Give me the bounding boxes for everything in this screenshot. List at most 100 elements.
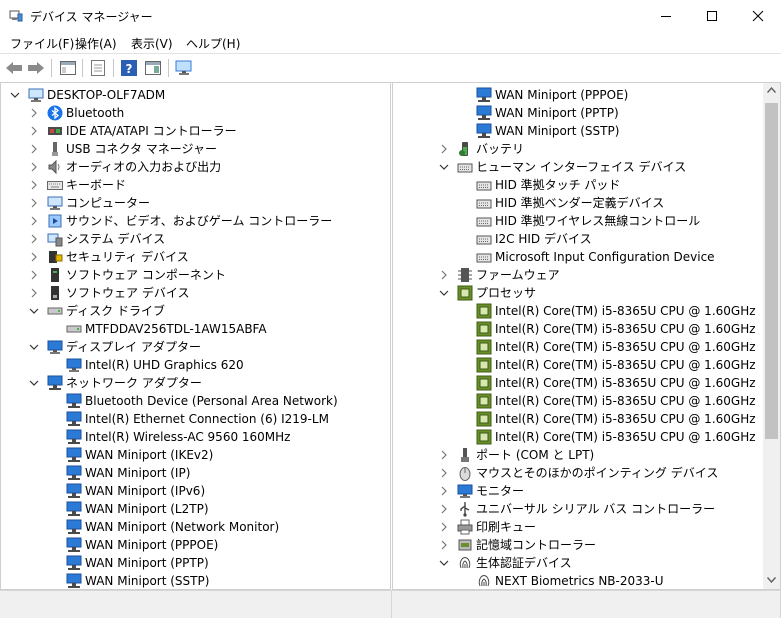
tree-node[interactable]: マウスとそのほかのポインティング デバイス [438, 464, 773, 482]
device-tree-pane-right[interactable]: WAN Miniport (PPPOE) WAN Miniport (PPTP) W… [392, 82, 781, 590]
expand-chevron-right-icon[interactable] [438, 140, 450, 158]
menu-help[interactable]: ヘルプ(H) [186, 35, 240, 52]
tree-node[interactable]: ディスプレイ アダプター [28, 338, 381, 356]
expand-chevron-right-icon[interactable] [438, 446, 450, 464]
expand-chevron-right-icon[interactable] [28, 266, 40, 284]
tree-node[interactable]: システム デバイス [28, 230, 381, 248]
tree-node[interactable]: コンピューター [28, 194, 381, 212]
expand-chevron-right-icon[interactable] [438, 536, 450, 554]
expand-chevron-right-icon[interactable] [438, 518, 450, 536]
help-icon: ? [121, 60, 137, 76]
expand-chevron-right-icon[interactable] [438, 266, 450, 284]
minimize-button[interactable] [643, 0, 689, 31]
expand-chevron-right-icon[interactable] [28, 248, 40, 266]
expand-chevron-down-icon[interactable] [438, 284, 450, 302]
tree-node[interactable]: Intel(R) Core(TM) i5-8365U CPU @ 1.60GHz [457, 320, 773, 338]
expand-chevron-down-icon[interactable] [28, 374, 40, 392]
tree-node[interactable]: HID 準拠タッチ パッド [457, 176, 773, 194]
expand-chevron-down-icon[interactable] [438, 158, 450, 176]
tree-node[interactable]: HID 準拠ベンダー定義デバイス [457, 194, 773, 212]
expand-chevron-right-icon[interactable] [28, 284, 40, 302]
expand-chevron-right-icon[interactable] [28, 176, 40, 194]
expand-chevron-down-icon[interactable] [28, 302, 40, 320]
tree-node[interactable]: ヒューマン インターフェイス デバイス [438, 158, 773, 176]
close-button[interactable] [735, 0, 781, 31]
tree-node[interactable]: ユニバーサル シリアル バス コントローラー [438, 500, 773, 518]
tree-node[interactable]: Intel(R) Ethernet Connection (6) I219-LM [47, 410, 381, 428]
tree-node[interactable]: ファームウェア [438, 266, 773, 284]
menu-action[interactable]: 操作(A) [75, 35, 117, 52]
tree-node[interactable]: Intel(R) UHD Graphics 620 [47, 356, 381, 374]
show-hide-console-tree-button[interactable] [58, 58, 78, 78]
tree-node[interactable]: IDE ATA/ATAPI コントローラー [28, 122, 381, 140]
expand-chevron-right-icon[interactable] [28, 122, 40, 140]
tree-node[interactable]: Intel(R) Core(TM) i5-8365U CPU @ 1.60GHz [457, 428, 773, 446]
expand-chevron-right-icon[interactable] [438, 464, 450, 482]
tree-node[interactable]: WAN Miniport (PPPOE) [47, 536, 381, 554]
tree-node[interactable]: Intel(R) Core(TM) i5-8365U CPU @ 1.60GHz [457, 302, 773, 320]
maximize-button[interactable] [689, 0, 735, 31]
tree-node[interactable]: Intel(R) Core(TM) i5-8365U CPU @ 1.60GHz [457, 374, 773, 392]
expand-chevron-right-icon[interactable] [438, 482, 450, 500]
expand-chevron-down-icon[interactable] [9, 86, 21, 104]
tree-node[interactable]: I2C HID デバイス [457, 230, 773, 248]
tree-node[interactable]: ポート (COM と LPT) [438, 446, 773, 464]
expand-chevron-down-icon[interactable] [28, 338, 40, 356]
tree-node[interactable]: NEXT Biometrics NB-2033-U [457, 572, 773, 589]
tree-node[interactable]: WAN Miniport (SSTP) [457, 122, 773, 140]
expand-chevron-right-icon[interactable] [28, 104, 40, 122]
scan-hardware-changes-button[interactable] [174, 58, 194, 78]
tree-node[interactable]: バッテリ [438, 140, 773, 158]
tree-node[interactable]: Intel(R) Core(TM) i5-8365U CPU @ 1.60GHz [457, 338, 773, 356]
tree-node[interactable]: モニター [438, 482, 773, 500]
show-action-pane-button[interactable] [143, 58, 163, 78]
back-button[interactable] [4, 58, 24, 78]
expand-chevron-right-icon[interactable] [28, 140, 40, 158]
tree-node[interactable]: Intel(R) Wireless-AC 9560 160MHz [47, 428, 381, 446]
tree-node[interactable]: HID 準拠ワイヤレス無線コントロール [457, 212, 773, 230]
forward-button[interactable] [26, 58, 46, 78]
tree-node[interactable]: ディスク ドライブ [28, 302, 381, 320]
device-tree-pane-left[interactable]: DESKTOP-OLF7ADM Bluetooth IDE ATA/ATAPI コン… [0, 82, 391, 590]
tree-node[interactable]: Bluetooth Device (Personal Area Network) [47, 392, 381, 410]
help-button[interactable]: ? [119, 58, 139, 78]
expand-chevron-right-icon[interactable] [28, 194, 40, 212]
tree-node[interactable]: WAN Miniport (IPv6) [47, 482, 381, 500]
tree-node[interactable]: WAN Miniport (PPPOE) [457, 86, 773, 104]
tree-node[interactable]: WAN Miniport (PPTP) [47, 554, 381, 572]
menu-file[interactable]: ファイル(F) [10, 35, 74, 52]
tree-node[interactable]: USB コネクタ マネージャー [28, 140, 381, 158]
tree-node[interactable]: 印刷キュー [438, 518, 773, 536]
tree-node[interactable]: Intel(R) Core(TM) i5-8365U CPU @ 1.60GHz [457, 392, 773, 410]
tree-node[interactable]: Intel(R) Core(TM) i5-8365U CPU @ 1.60GHz [457, 410, 773, 428]
tree-node[interactable]: 記憶域コントローラー [438, 536, 773, 554]
tree-node[interactable]: WAN Miniport (IP) [47, 464, 381, 482]
tree-node[interactable]: サウンド、ビデオ、およびゲーム コントローラー [28, 212, 381, 230]
tree-node[interactable]: ソフトウェア コンポーネント [28, 266, 381, 284]
tree-node[interactable]: Microsoft Input Configuration Device [457, 248, 773, 266]
tree-node[interactable]: DESKTOP-OLF7ADM [9, 86, 381, 104]
expand-chevron-down-icon[interactable] [438, 554, 450, 572]
tree-node[interactable]: セキュリティ デバイス [28, 248, 381, 266]
expand-chevron-right-icon[interactable] [28, 158, 40, 176]
tree-node[interactable]: Intel(R) Core(TM) i5-8365U CPU @ 1.60GHz [457, 356, 773, 374]
expand-chevron-right-icon[interactable] [28, 212, 40, 230]
tree-node[interactable]: ネットワーク アダプター [28, 374, 381, 392]
tree-node[interactable]: Bluetooth [28, 104, 381, 122]
tree-node-label: Intel(R) Wireless-AC 9560 160MHz [85, 430, 291, 444]
tree-node[interactable]: ソフトウェア デバイス [28, 284, 381, 302]
expand-chevron-right-icon[interactable] [438, 500, 450, 518]
properties-button[interactable] [88, 58, 108, 78]
expand-chevron-right-icon[interactable] [28, 230, 40, 248]
tree-node[interactable]: WAN Miniport (L2TP) [47, 500, 381, 518]
tree-node[interactable]: WAN Miniport (IKEv2) [47, 446, 381, 464]
tree-node[interactable]: WAN Miniport (Network Monitor) [47, 518, 381, 536]
tree-node[interactable]: オーディオの入力および出力 [28, 158, 381, 176]
tree-node[interactable]: 生体認証デバイス [438, 554, 773, 572]
tree-node[interactable]: MTFDDAV256TDL-1AW15ABFA [47, 320, 381, 338]
tree-node[interactable]: WAN Miniport (PPTP) [457, 104, 773, 122]
tree-node[interactable]: プロセッサ [438, 284, 773, 302]
tree-node[interactable]: WAN Miniport (SSTP) [47, 572, 381, 589]
tree-node[interactable]: キーボード [28, 176, 381, 194]
menu-view[interactable]: 表示(V) [131, 35, 173, 52]
